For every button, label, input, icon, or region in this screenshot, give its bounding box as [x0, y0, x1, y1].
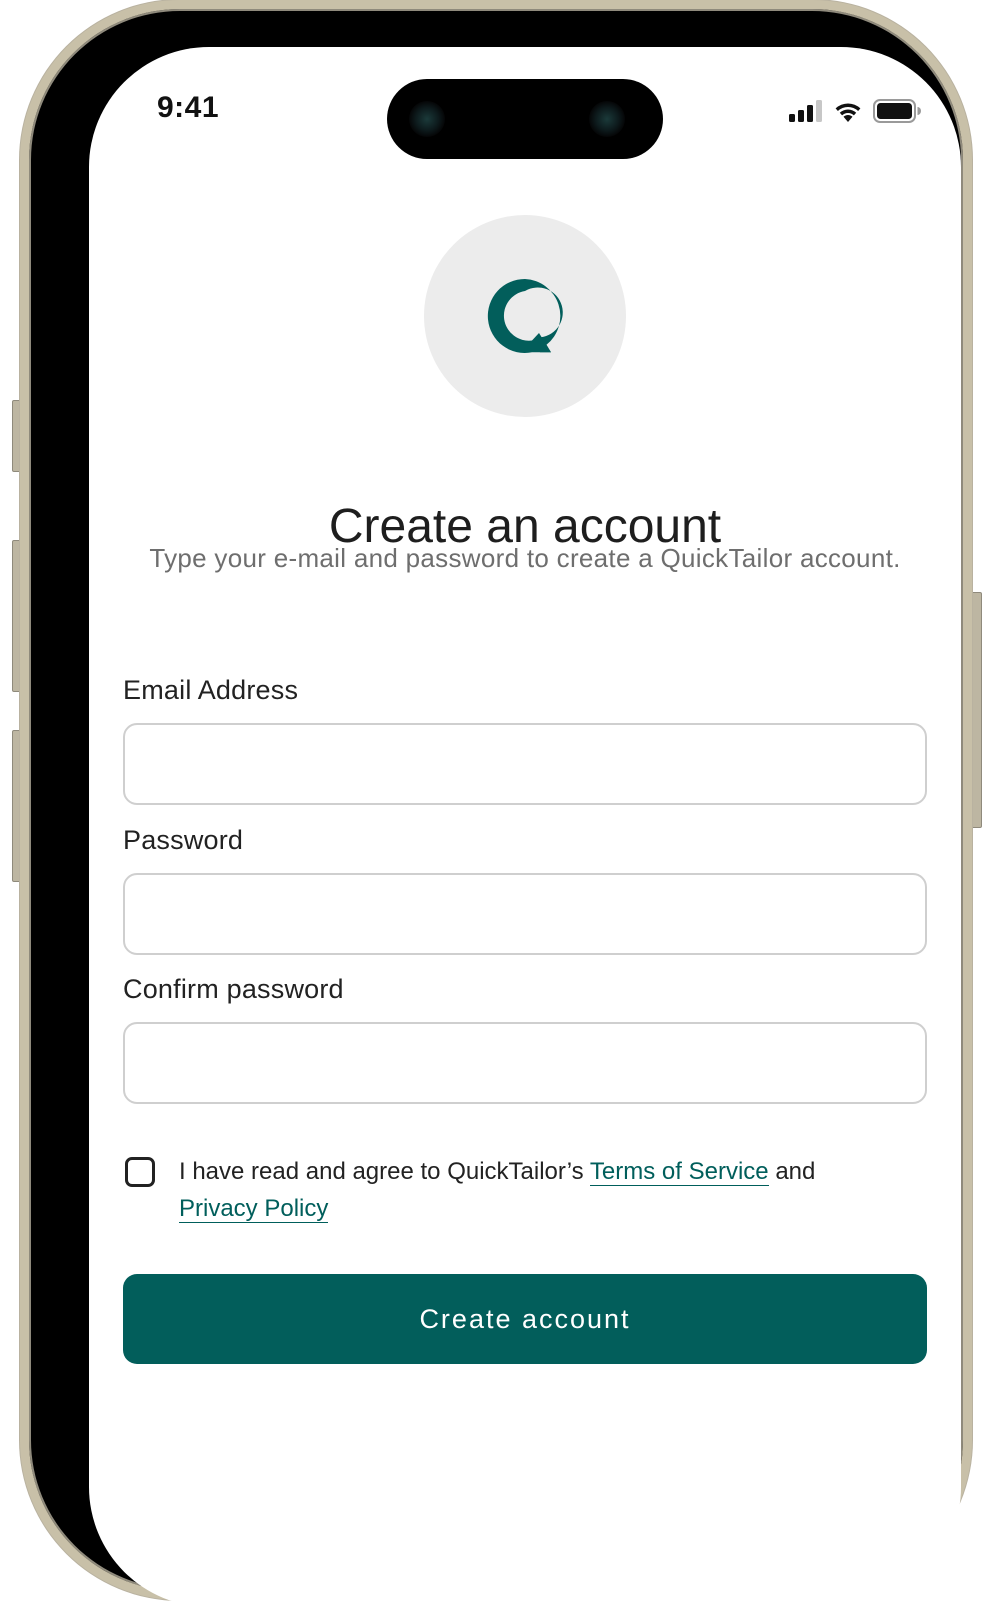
agreement-text-before: I have read and agree to QuickTailor’s — [179, 1158, 584, 1185]
status-time: 9:41 — [157, 91, 220, 124]
status-icons — [789, 99, 921, 123]
logo-badge — [424, 215, 626, 417]
agreement-text: I have read and agree to QuickTailor’s T… — [179, 1153, 899, 1227]
email-field[interactable] — [123, 723, 927, 805]
agree-checkbox[interactable] — [125, 1157, 155, 1187]
cellular-signal-icon — [789, 100, 822, 122]
terms-of-service-link[interactable]: Terms of Service — [589, 1158, 769, 1186]
email-label: Email Address — [123, 675, 299, 705]
phone-frame: 9:41 Create an account Type your e-mail … — [20, 0, 972, 1607]
page-subtitle: Type your e-mail and password to create … — [149, 543, 901, 573]
password-field[interactable] — [123, 873, 927, 955]
wifi-icon — [835, 103, 861, 122]
password-label: Password — [123, 825, 244, 855]
power-button — [971, 592, 982, 828]
agreement-text-and: and — [775, 1158, 816, 1185]
create-account-button[interactable]: Create account — [123, 1274, 927, 1364]
battery-icon — [873, 99, 921, 123]
phone-screen: 9:41 Create an account Type your e-mail … — [89, 47, 961, 1607]
confirm-password-field[interactable] — [123, 1022, 927, 1104]
dynamic-island — [387, 79, 663, 159]
confirm-password-label: Confirm password — [123, 974, 344, 1004]
quicktailor-logo-icon — [487, 278, 563, 353]
camera-lens-icon — [589, 101, 625, 137]
privacy-policy-link[interactable]: Privacy Policy — [179, 1195, 329, 1223]
camera-sensor-icon — [409, 101, 445, 137]
